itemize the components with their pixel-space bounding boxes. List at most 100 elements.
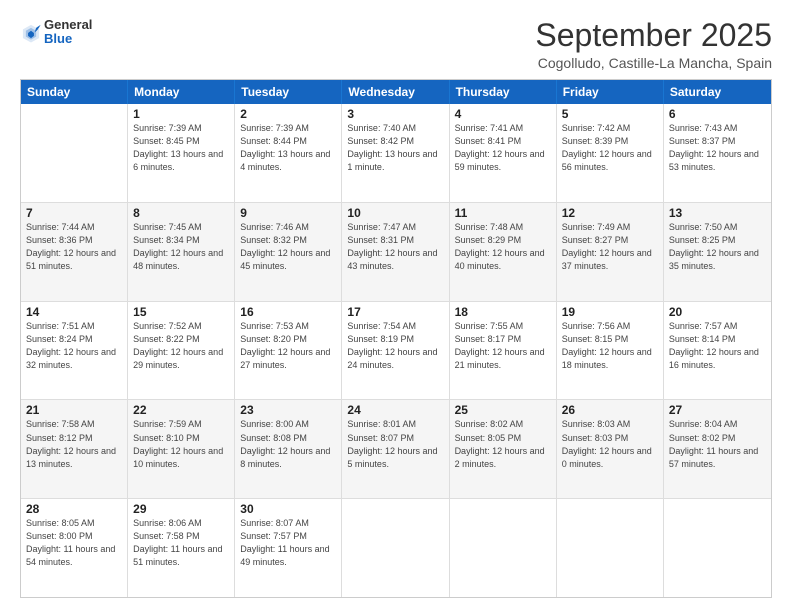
calendar-cell: 25Sunrise: 8:02 AM Sunset: 8:05 PM Dayli…: [450, 400, 557, 498]
calendar-cell: 23Sunrise: 8:00 AM Sunset: 8:08 PM Dayli…: [235, 400, 342, 498]
cell-info: Sunrise: 8:04 AM Sunset: 8:02 PM Dayligh…: [669, 418, 766, 470]
day-number: 19: [562, 305, 658, 319]
calendar-cell: 27Sunrise: 8:04 AM Sunset: 8:02 PM Dayli…: [664, 400, 771, 498]
calendar-cell: 24Sunrise: 8:01 AM Sunset: 8:07 PM Dayli…: [342, 400, 449, 498]
day-number: 27: [669, 403, 766, 417]
day-number: 2: [240, 107, 336, 121]
cell-info: Sunrise: 7:58 AM Sunset: 8:12 PM Dayligh…: [26, 418, 122, 470]
calendar-cell: 29Sunrise: 8:06 AM Sunset: 7:58 PM Dayli…: [128, 499, 235, 597]
calendar-cell: 4Sunrise: 7:41 AM Sunset: 8:41 PM Daylig…: [450, 104, 557, 202]
day-number: 16: [240, 305, 336, 319]
cell-info: Sunrise: 7:40 AM Sunset: 8:42 PM Dayligh…: [347, 122, 443, 174]
day-number: 8: [133, 206, 229, 220]
day-number: 14: [26, 305, 122, 319]
calendar-cell: 18Sunrise: 7:55 AM Sunset: 8:17 PM Dayli…: [450, 302, 557, 400]
calendar-cell: [342, 499, 449, 597]
cell-info: Sunrise: 7:39 AM Sunset: 8:45 PM Dayligh…: [133, 122, 229, 174]
calendar-cell: 10Sunrise: 7:47 AM Sunset: 8:31 PM Dayli…: [342, 203, 449, 301]
calendar-cell: 9Sunrise: 7:46 AM Sunset: 8:32 PM Daylig…: [235, 203, 342, 301]
logo-icon: [20, 22, 42, 44]
calendar: SundayMondayTuesdayWednesdayThursdayFrid…: [20, 79, 772, 598]
cell-info: Sunrise: 7:48 AM Sunset: 8:29 PM Dayligh…: [455, 221, 551, 273]
day-number: 9: [240, 206, 336, 220]
weekday-header: Wednesday: [342, 80, 449, 104]
weekday-header: Sunday: [21, 80, 128, 104]
calendar-row: 7Sunrise: 7:44 AM Sunset: 8:36 PM Daylig…: [21, 203, 771, 302]
day-number: 18: [455, 305, 551, 319]
calendar-cell: 7Sunrise: 7:44 AM Sunset: 8:36 PM Daylig…: [21, 203, 128, 301]
calendar-cell: 17Sunrise: 7:54 AM Sunset: 8:19 PM Dayli…: [342, 302, 449, 400]
cell-info: Sunrise: 7:49 AM Sunset: 8:27 PM Dayligh…: [562, 221, 658, 273]
cell-info: Sunrise: 7:44 AM Sunset: 8:36 PM Dayligh…: [26, 221, 122, 273]
calendar-cell: 6Sunrise: 7:43 AM Sunset: 8:37 PM Daylig…: [664, 104, 771, 202]
logo-general: General: [44, 17, 92, 32]
calendar-cell: 12Sunrise: 7:49 AM Sunset: 8:27 PM Dayli…: [557, 203, 664, 301]
cell-info: Sunrise: 7:56 AM Sunset: 8:15 PM Dayligh…: [562, 320, 658, 372]
weekday-header: Thursday: [450, 80, 557, 104]
calendar-cell: [664, 499, 771, 597]
day-number: 5: [562, 107, 658, 121]
calendar-cell: 8Sunrise: 7:45 AM Sunset: 8:34 PM Daylig…: [128, 203, 235, 301]
cell-info: Sunrise: 8:02 AM Sunset: 8:05 PM Dayligh…: [455, 418, 551, 470]
cell-info: Sunrise: 8:03 AM Sunset: 8:03 PM Dayligh…: [562, 418, 658, 470]
calendar-cell: [450, 499, 557, 597]
day-number: 17: [347, 305, 443, 319]
calendar-cell: 19Sunrise: 7:56 AM Sunset: 8:15 PM Dayli…: [557, 302, 664, 400]
cell-info: Sunrise: 7:52 AM Sunset: 8:22 PM Dayligh…: [133, 320, 229, 372]
header: General Blue September 2025 Cogolludo, C…: [20, 18, 772, 71]
cell-info: Sunrise: 8:01 AM Sunset: 8:07 PM Dayligh…: [347, 418, 443, 470]
cell-info: Sunrise: 8:05 AM Sunset: 8:00 PM Dayligh…: [26, 517, 122, 569]
day-number: 23: [240, 403, 336, 417]
cell-info: Sunrise: 7:39 AM Sunset: 8:44 PM Dayligh…: [240, 122, 336, 174]
cell-info: Sunrise: 7:55 AM Sunset: 8:17 PM Dayligh…: [455, 320, 551, 372]
calendar-cell: [21, 104, 128, 202]
calendar-cell: 15Sunrise: 7:52 AM Sunset: 8:22 PM Dayli…: [128, 302, 235, 400]
calendar-row: 14Sunrise: 7:51 AM Sunset: 8:24 PM Dayli…: [21, 302, 771, 401]
cell-info: Sunrise: 7:51 AM Sunset: 8:24 PM Dayligh…: [26, 320, 122, 372]
calendar-body: 1Sunrise: 7:39 AM Sunset: 8:45 PM Daylig…: [21, 104, 771, 597]
day-number: 22: [133, 403, 229, 417]
logo-blue: Blue: [44, 31, 72, 46]
calendar-page: General Blue September 2025 Cogolludo, C…: [0, 0, 792, 612]
cell-info: Sunrise: 7:54 AM Sunset: 8:19 PM Dayligh…: [347, 320, 443, 372]
day-number: 11: [455, 206, 551, 220]
cell-info: Sunrise: 8:06 AM Sunset: 7:58 PM Dayligh…: [133, 517, 229, 569]
day-number: 12: [562, 206, 658, 220]
calendar-cell: 26Sunrise: 8:03 AM Sunset: 8:03 PM Dayli…: [557, 400, 664, 498]
weekday-header: Saturday: [664, 80, 771, 104]
calendar-cell: 11Sunrise: 7:48 AM Sunset: 8:29 PM Dayli…: [450, 203, 557, 301]
weekday-header: Monday: [128, 80, 235, 104]
day-number: 28: [26, 502, 122, 516]
day-number: 3: [347, 107, 443, 121]
cell-info: Sunrise: 7:41 AM Sunset: 8:41 PM Dayligh…: [455, 122, 551, 174]
day-number: 6: [669, 107, 766, 121]
cell-info: Sunrise: 7:42 AM Sunset: 8:39 PM Dayligh…: [562, 122, 658, 174]
cell-info: Sunrise: 7:59 AM Sunset: 8:10 PM Dayligh…: [133, 418, 229, 470]
day-number: 26: [562, 403, 658, 417]
calendar-cell: [557, 499, 664, 597]
calendar-row: 28Sunrise: 8:05 AM Sunset: 8:00 PM Dayli…: [21, 499, 771, 597]
calendar-cell: 2Sunrise: 7:39 AM Sunset: 8:44 PM Daylig…: [235, 104, 342, 202]
day-number: 21: [26, 403, 122, 417]
logo: General Blue: [20, 18, 92, 47]
cell-info: Sunrise: 7:43 AM Sunset: 8:37 PM Dayligh…: [669, 122, 766, 174]
month-title: September 2025: [535, 18, 772, 53]
weekday-header: Tuesday: [235, 80, 342, 104]
cell-info: Sunrise: 8:00 AM Sunset: 8:08 PM Dayligh…: [240, 418, 336, 470]
calendar-cell: 22Sunrise: 7:59 AM Sunset: 8:10 PM Dayli…: [128, 400, 235, 498]
weekday-header: Friday: [557, 80, 664, 104]
day-number: 24: [347, 403, 443, 417]
logo-text: General Blue: [44, 18, 92, 47]
calendar-cell: 13Sunrise: 7:50 AM Sunset: 8:25 PM Dayli…: [664, 203, 771, 301]
calendar-row: 1Sunrise: 7:39 AM Sunset: 8:45 PM Daylig…: [21, 104, 771, 203]
calendar-cell: 28Sunrise: 8:05 AM Sunset: 8:00 PM Dayli…: [21, 499, 128, 597]
cell-info: Sunrise: 7:45 AM Sunset: 8:34 PM Dayligh…: [133, 221, 229, 273]
calendar-cell: 3Sunrise: 7:40 AM Sunset: 8:42 PM Daylig…: [342, 104, 449, 202]
calendar-cell: 16Sunrise: 7:53 AM Sunset: 8:20 PM Dayli…: [235, 302, 342, 400]
day-number: 30: [240, 502, 336, 516]
cell-info: Sunrise: 7:46 AM Sunset: 8:32 PM Dayligh…: [240, 221, 336, 273]
day-number: 1: [133, 107, 229, 121]
calendar-cell: 30Sunrise: 8:07 AM Sunset: 7:57 PM Dayli…: [235, 499, 342, 597]
day-number: 15: [133, 305, 229, 319]
calendar-cell: 5Sunrise: 7:42 AM Sunset: 8:39 PM Daylig…: [557, 104, 664, 202]
